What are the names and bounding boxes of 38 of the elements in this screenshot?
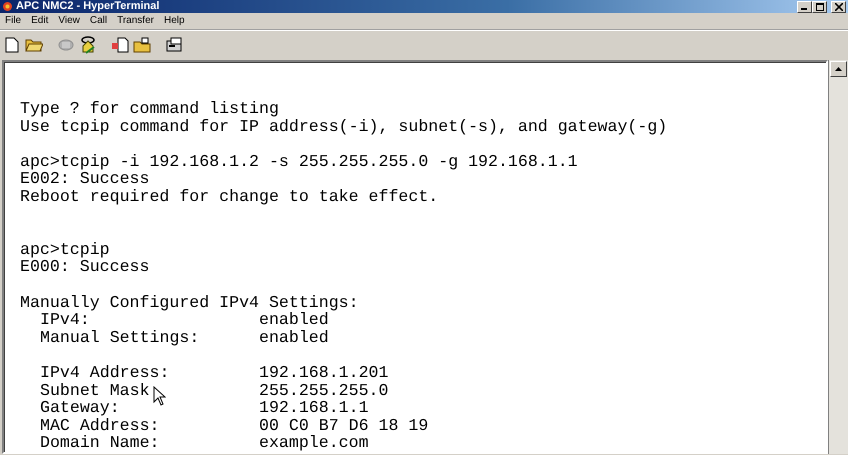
field-label: IPv4 Address: [40,364,170,382]
menu-item[interactable]: Call [84,14,112,28]
terminal-line: apc>tcpip -i 192.168.1.2 -s 255.255.255.0 -g 192.168.1.1 [20,152,578,170]
window-title: APC NMC2 - HyperTerminal [16,0,160,13]
close-button[interactable] [831,0,846,12]
field-value: enabled [259,311,329,329]
menu-item[interactable]: Help [158,14,190,28]
terminal-line: apc>tcpip [20,240,110,258]
field-value: 255.255.255.0 [259,382,388,400]
up-arrow-icon [835,67,842,71]
mouse-pointer-icon [153,386,166,406]
field-value: 192.168.1.201 [259,364,388,382]
terminal-line: Manually Configured IPv4 Settings: [20,294,359,312]
terminal-line: E002: Success [20,170,150,188]
field-label: Gateway: [40,399,120,417]
maximize-button[interactable] [812,0,827,12]
menu-item[interactable]: Edit [26,14,54,28]
scroll-up-button[interactable] [830,61,847,77]
terminal-line: Type ? for command listing [20,100,279,118]
field-label: IPv4: [40,311,90,329]
field-label: MAC Address: [40,416,160,434]
menu-item[interactable]: Transfer [112,14,159,28]
terminal-line: Reboot required for change to take effect. [20,188,438,206]
close-icon [834,2,842,10]
field-label: Domain Name: [40,434,160,452]
terminal-line: E000: Success [20,258,150,276]
minimize-button[interactable] [797,0,812,12]
field-value: example.com [259,434,369,452]
terminal-line: Use tcpip command for IP address(-i), subnet(-s), and gateway(-g) [20,118,668,136]
field-value: enabled [259,328,329,346]
field-label: Manual Settings: [40,328,200,346]
scrollbar[interactable] [828,60,848,454]
menu-item[interactable]: View [53,14,85,28]
menu-item[interactable]: File [0,14,26,28]
field-value: 00 C0 B7 D6 18 19 [259,416,428,434]
field-value: 192.168.1.1 [259,399,369,417]
maximize-icon [816,2,824,10]
field-label: Subnet Mask [40,382,150,400]
